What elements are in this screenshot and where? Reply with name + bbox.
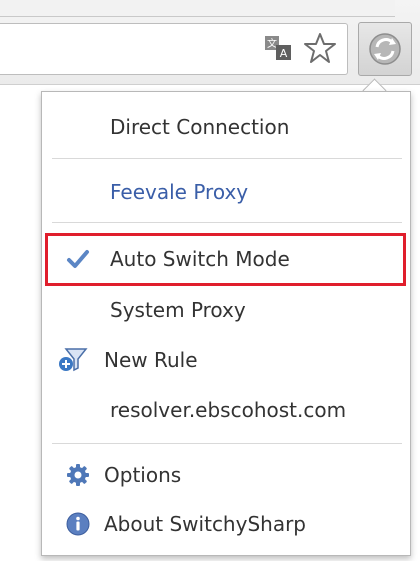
options-label: Options (104, 463, 182, 487)
menu-item-about-switchysharp[interactable]: About SwitchySharp (42, 501, 410, 547)
info-icon (66, 512, 90, 536)
menu-item-options[interactable]: Options (42, 452, 410, 498)
tab-strip-edge (0, 0, 395, 17)
menu-item-new-rule[interactable]: New Rule (42, 337, 410, 383)
direct-connection-label: Direct Connection (110, 115, 290, 139)
about-switchysharp-label: About SwitchySharp (104, 512, 306, 536)
switchysharp-icon (369, 33, 401, 65)
new-rule-icon (59, 348, 88, 372)
highlight-box (45, 233, 406, 286)
gear-icon (67, 464, 89, 486)
menu-item-resolver-ebscohost[interactable]: resolver.ebscohost.com (42, 387, 410, 433)
menu-item-direct-connection[interactable]: Direct Connection (42, 104, 410, 150)
star-icon[interactable] (303, 31, 337, 65)
browser-toolbar: 文 A (0, 0, 420, 85)
address-bar[interactable] (0, 23, 348, 75)
menu-item-feevale-proxy[interactable]: Feevale Proxy (42, 169, 410, 215)
translate-icon[interactable]: 文 A (263, 33, 293, 63)
feevale-proxy-label: Feevale Proxy (110, 180, 249, 204)
svg-text:A: A (280, 47, 288, 60)
menu-item-system-proxy[interactable]: System Proxy (42, 287, 410, 333)
menu-separator (52, 222, 402, 223)
switchysharp-extension-button[interactable] (358, 22, 412, 76)
menu-separator (52, 158, 402, 159)
new-rule-label: New Rule (104, 348, 198, 372)
menu-separator (52, 443, 402, 444)
switchysharp-menu: Direct Connection Feevale Proxy Auto Swi… (41, 91, 411, 556)
system-proxy-label: System Proxy (110, 298, 246, 322)
resolver-ebscohost-label: resolver.ebscohost.com (110, 398, 347, 422)
svg-text:文: 文 (267, 37, 277, 50)
